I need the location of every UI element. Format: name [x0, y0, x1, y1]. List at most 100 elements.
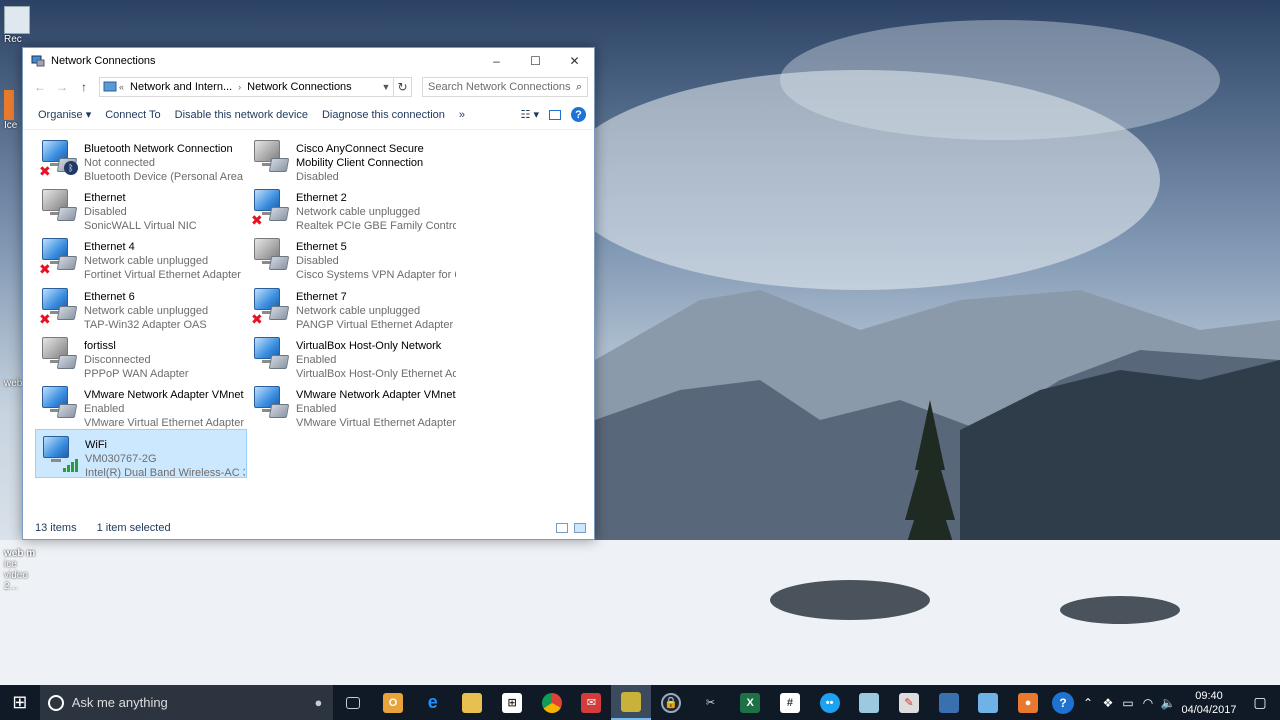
connection-item[interactable]: VMware Network Adapter VMnet1 Enabled VMwa…: [35, 380, 247, 429]
connection-item[interactable]: VirtualBox Host-Only Network Enabled Virtu…: [247, 331, 459, 380]
chevrons-icon[interactable]: «: [117, 82, 126, 92]
connection-item[interactable]: VMware Network Adapter VMnet8 Enabled VMwa…: [247, 380, 459, 429]
diagnose-button[interactable]: Diagnose this connection: [315, 109, 452, 121]
maximize-button[interactable]: ☐: [516, 48, 555, 74]
connection-device: PANGP Virtual Ethernet Adapter: [296, 318, 454, 331]
network-adapter-icon: [38, 382, 80, 424]
control-panel-taskbar-icon[interactable]: [611, 685, 651, 720]
cortana-placeholder: Ask me anything: [71, 695, 168, 710]
connection-item[interactable]: Ethernet Disabled SonicWALL Virtual NIC: [35, 183, 247, 232]
dropbox-icon[interactable]: ❖: [1098, 696, 1118, 710]
back-button[interactable]: ←: [29, 80, 51, 94]
volume-icon[interactable]: 🔈: [1158, 696, 1178, 710]
tools-icon[interactable]: ✂: [691, 685, 731, 720]
vpn-lock-icon[interactable]: 🔒: [651, 685, 691, 720]
outlook-icon[interactable]: O: [373, 685, 413, 720]
more-commands-button[interactable]: »: [452, 109, 472, 121]
clock-time: 09:40: [1195, 689, 1223, 702]
connection-item[interactable]: ✖ ᛒ Bluetooth Network Connection Not connec…: [35, 134, 247, 183]
wifi-icon[interactable]: ◠: [1138, 696, 1158, 710]
connection-item[interactable]: fortissl Disconnected PPPoP WAN Adapter: [35, 331, 247, 380]
microphone-icon[interactable]: ●: [303, 695, 333, 710]
web-video-2-icon[interactable]: web m ice video 2...: [4, 548, 36, 592]
connection-item[interactable]: Ethernet 5 Disabled Cisco Systems VPN Adap…: [247, 232, 459, 281]
preview-pane-icon[interactable]: [549, 109, 561, 120]
file-explorer-icon[interactable]: [453, 685, 493, 720]
slack-icon[interactable]: #: [770, 685, 810, 720]
disconnected-x-icon: ✖: [39, 261, 51, 278]
battery-icon[interactable]: ▭: [1118, 696, 1138, 710]
forward-button[interactable]: →: [51, 80, 73, 94]
title-bar[interactable]: Network Connections – ☐ ✕: [23, 48, 594, 74]
connection-device: SonicWALL Virtual NIC: [84, 220, 197, 233]
connection-device: Bluetooth Device (Personal Area ...: [84, 171, 244, 183]
remote-desktop-icon[interactable]: [968, 685, 1008, 720]
excel-icon[interactable]: X: [730, 685, 770, 720]
status-bar: 13 items 1 item selected: [23, 517, 594, 539]
start-button[interactable]: ⊞: [0, 685, 40, 720]
network-settings-icon[interactable]: [929, 685, 969, 720]
connection-name: Ethernet 2: [296, 192, 347, 205]
tiles-view-icon[interactable]: [574, 523, 586, 533]
help-icon[interactable]: ?: [571, 107, 586, 122]
connection-item[interactable]: ✖ Ethernet 6 Network cable unplugged TAP-Wi…: [35, 282, 247, 331]
clock[interactable]: 09:40 04/04/2017: [1178, 689, 1240, 717]
connection-name: Ethernet 4: [84, 241, 135, 254]
taskbar: ⊞ Ask me anything ● O e ⊞ ✉ 🔒 ✂ X # •• ✎…: [0, 685, 1280, 720]
cortana-search[interactable]: Ask me anything ●: [39, 685, 334, 720]
connection-item[interactable]: WiFi VM030767-2G Intel(R) Dual Band Wirele…: [35, 429, 247, 479]
change-view-icon[interactable]: ☷ ▾: [521, 108, 539, 121]
desktop-shortcut-label: Ice: [4, 120, 18, 131]
connection-item[interactable]: ✖ Ethernet 7 Network cable unplugged PANGP …: [247, 282, 459, 331]
connect-to-button[interactable]: Connect To: [98, 109, 167, 121]
close-button[interactable]: ✕: [555, 48, 594, 74]
connection-device: PPPoP WAN Adapter: [84, 367, 189, 380]
network-adapter-icon: [250, 382, 292, 424]
search-input[interactable]: Search Network Connections ⌕: [422, 77, 588, 97]
address-field[interactable]: « Network and Intern... › Network Connec…: [99, 77, 394, 97]
network-adapter-icon: ✖: [250, 185, 292, 227]
notification-center-icon[interactable]: ▢: [1240, 694, 1280, 711]
chevron-down-icon[interactable]: ▼: [379, 82, 393, 92]
connection-item[interactable]: Cisco AnyConnect Secure Mobility Client …: [247, 134, 459, 183]
chat-app-icon[interactable]: ••: [810, 685, 850, 720]
connection-item[interactable]: ✖ Ethernet 2 Network cable unplugged Realte…: [247, 183, 459, 232]
notes-icon[interactable]: [849, 685, 889, 720]
help-tray-icon[interactable]: ?: [1048, 691, 1078, 714]
network-adapter-icon: [39, 432, 81, 474]
connection-name: Bluetooth Network Connection: [84, 143, 233, 155]
network-adapter-icon: [250, 234, 292, 276]
address-bar-row: ← → ↑ « Network and Intern... › Network …: [23, 74, 594, 100]
paint-icon[interactable]: ✎: [889, 685, 929, 720]
organise-button[interactable]: Organise ▾: [31, 108, 98, 121]
clock-date: 04/04/2017: [1181, 703, 1237, 716]
minimize-button[interactable]: –: [477, 48, 516, 74]
network-adapter-icon: ✖: [250, 284, 292, 326]
item-count: 13 items: [35, 522, 77, 534]
chrome-icon[interactable]: [532, 685, 572, 720]
store-icon[interactable]: ⊞: [492, 685, 532, 720]
breadcrumb-network-connections[interactable]: Network Connections: [243, 81, 356, 93]
disable-device-button[interactable]: Disable this network device: [168, 109, 315, 121]
connection-name: VMware Network Adapter VMnet8: [296, 388, 456, 401]
connection-item[interactable]: ✖ Ethernet 4 Network cable unplugged Fortin…: [35, 232, 247, 281]
task-view-icon[interactable]: [333, 685, 373, 720]
up-button[interactable]: ↑: [73, 80, 95, 94]
chevron-up-icon[interactable]: ⌃: [1078, 696, 1098, 710]
connection-name: Cisco AnyConnect Secure Mobility Client …: [296, 143, 424, 169]
connection-status: Not connected: [84, 157, 155, 169]
bluetooth-icon: ᛒ: [64, 161, 78, 175]
disconnected-x-icon: ✖: [251, 310, 263, 327]
cortana-icon: [47, 694, 64, 711]
mail-icon[interactable]: ✉: [572, 685, 612, 720]
recycle-bin-icon[interactable]: Rec: [4, 6, 36, 45]
recorder-icon[interactable]: ●: [1008, 685, 1048, 720]
edge-icon[interactable]: e: [413, 685, 453, 720]
ice-video-label: ice video 2...: [4, 559, 28, 592]
connections-grid: ✖ ᛒ Bluetooth Network Connection Not connec…: [35, 134, 594, 479]
breadcrumb-network-internet[interactable]: Network and Intern...: [126, 81, 236, 93]
connection-status: Disabled: [296, 171, 339, 183]
refresh-button[interactable]: ↻: [394, 77, 412, 97]
details-view-icon[interactable]: [556, 523, 568, 533]
connection-status: Enabled: [84, 402, 125, 415]
